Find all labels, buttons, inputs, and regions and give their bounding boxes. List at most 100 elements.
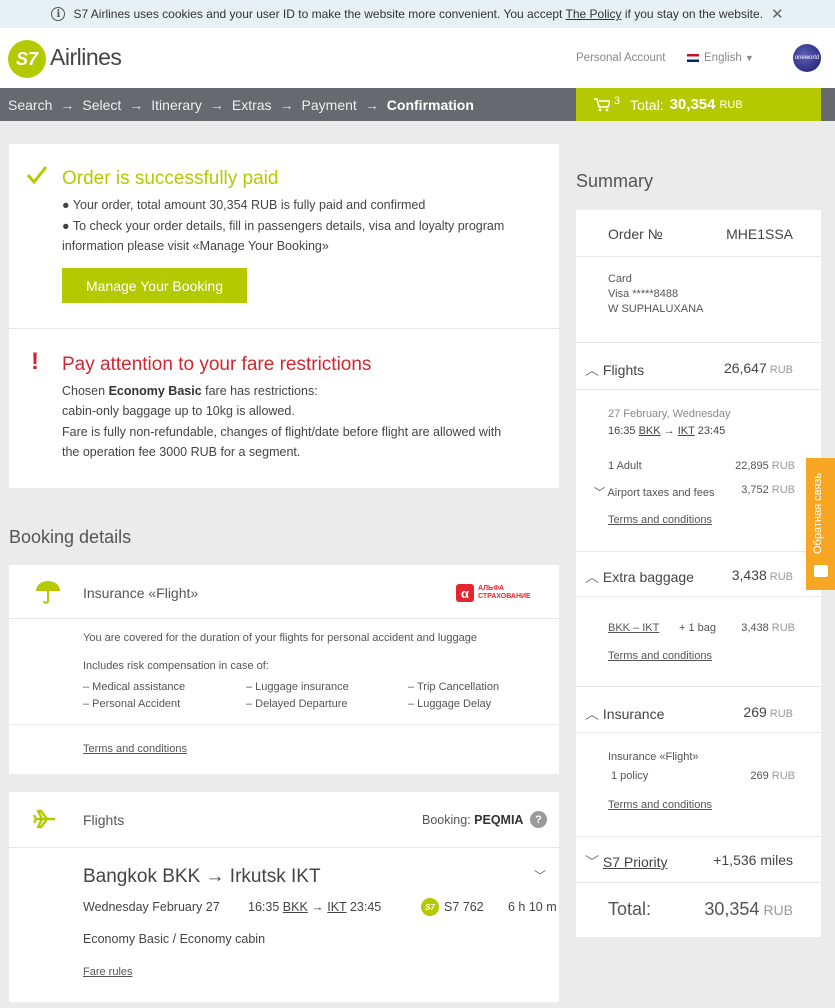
risk-item: – Trip Cancellation <box>408 681 500 693</box>
chevron-up-icon: ︿ <box>585 706 599 722</box>
flight-route: Bangkok BKK → Irkutsk IKT <box>83 866 321 887</box>
alfa-logo-icon: α <box>456 584 474 602</box>
risk-item: – Personal Accident <box>83 698 181 710</box>
success-line-2: ● To check your order details, fill in p… <box>62 219 505 233</box>
check-icon <box>26 166 48 185</box>
mail-icon <box>814 565 828 577</box>
close-icon[interactable]: ✕ <box>771 5 784 23</box>
chevron-down-icon[interactable]: ﹀ <box>534 867 546 884</box>
cart-total-label: Total: <box>630 96 664 113</box>
step-itinerary[interactable]: Itinerary <box>151 97 202 113</box>
adult-label: 1 Adult <box>608 460 642 472</box>
summary-flight-times: 16:35 BKK → IKT 23:45 <box>608 425 726 437</box>
divider <box>576 686 821 687</box>
step-confirmation: Confirmation <box>386 96 474 113</box>
insurance-summary-terms-link[interactable]: Terms and conditions <box>608 799 712 811</box>
attention-line-2: cabin-only baggage up to 10kg is allowed… <box>62 404 295 418</box>
arrow-right-icon: → <box>364 96 379 113</box>
chevron-down-icon: ﹀ <box>585 854 599 870</box>
logo-text[interactable]: Airlines <box>50 44 122 71</box>
step-select[interactable]: Select <box>82 97 121 113</box>
insurance-policy: 1 policy <box>611 770 649 782</box>
flight-times: 16:35 BKK → IKT 23:45 <box>248 900 382 914</box>
cart-currency: RUB <box>719 98 743 111</box>
feedback-tab[interactable]: Обратная связь <box>806 458 835 590</box>
fare-rules-link[interactable]: Fare rules <box>83 966 133 978</box>
flights-terms-link[interactable]: Terms and conditions <box>608 514 712 526</box>
divider <box>9 847 559 848</box>
feedback-label: Обратная связь <box>812 472 824 554</box>
baggage-terms-link[interactable]: Terms and conditions <box>608 650 712 662</box>
card-number: Visa *****8488 <box>608 288 679 300</box>
arrow-right-icon: → <box>663 425 675 437</box>
flights-title: Flights <box>83 812 125 828</box>
cookie-banner: i S7 Airlines uses cookies and your user… <box>0 0 835 28</box>
manage-booking-button[interactable]: Manage Your Booking <box>62 268 247 303</box>
success-line-3: information please visit «Manage Your Bo… <box>62 239 329 253</box>
insurance-section-toggle[interactable]: ︿ Insurance <box>585 704 664 724</box>
summary-flight-date: 27 February, Wednesday <box>608 408 731 420</box>
divider <box>576 551 821 552</box>
booking-code: Booking: PEQMIA <box>422 813 524 827</box>
insurance-terms-link[interactable]: Terms and conditions <box>83 743 187 755</box>
arrow-right-icon: → <box>209 96 224 113</box>
insurance-card: Insurance «Flight» α АЛЬФА СТРАХОВАНИЕ Yo… <box>9 565 559 774</box>
step-extras[interactable]: Extras <box>232 97 272 113</box>
divider <box>576 596 821 597</box>
divider <box>9 328 559 329</box>
umbrella-icon <box>36 581 60 604</box>
flights-section-toggle[interactable]: ︿ Flights <box>585 360 644 380</box>
site-header: S7 Airlines Personal Account English ▼ o… <box>0 28 835 88</box>
flight-duration: 6 h 10 m <box>508 900 557 914</box>
priority-section-toggle[interactable]: ﹀ S7 Priority <box>585 852 667 872</box>
step-search[interactable]: Search <box>8 97 52 113</box>
uk-flag-icon <box>687 53 699 62</box>
chevron-up-icon: ︿ <box>585 362 599 378</box>
language-selector[interactable]: English ▼ <box>687 52 754 64</box>
risk-item: – Luggage insurance <box>246 681 349 693</box>
help-icon[interactable]: ? <box>530 811 547 828</box>
insurance-covered-text: You are covered for the duration of your… <box>83 632 478 644</box>
arrow-right-icon: → <box>311 900 324 914</box>
cookie-policy-link[interactable]: The Policy <box>566 7 622 21</box>
divider <box>576 389 821 390</box>
attention-line-3: Fare is fully non-refundable, changes of… <box>62 425 502 439</box>
divider <box>9 618 559 619</box>
attention-title: Pay attention to your fare restrictions <box>62 354 372 375</box>
insurance-policy-amount: 269 RUB <box>750 770 795 782</box>
plane-icon <box>33 809 55 829</box>
personal-account-link[interactable]: Personal Account <box>576 52 666 64</box>
card-holder: W SUPHALUXANA <box>608 303 704 315</box>
divider <box>576 732 821 733</box>
order-number-label: Order № <box>608 226 663 242</box>
divider <box>576 836 821 837</box>
risk-item: – Medical assistance <box>83 681 186 693</box>
alfa-insurance-logo: α АЛЬФА СТРАХОВАНИЕ <box>456 583 548 603</box>
divider <box>9 724 559 725</box>
baggage-section-toggle[interactable]: ︿ Extra baggage <box>585 567 694 587</box>
flights-amount: 26,647 RUB <box>723 360 793 376</box>
divider <box>576 882 821 883</box>
total-amount: 30,354 RUB <box>704 899 793 919</box>
cart-count: 3 <box>614 94 621 107</box>
caret-down-icon: ▼ <box>744 53 754 63</box>
divider <box>576 256 821 257</box>
step-payment[interactable]: Payment <box>302 97 357 113</box>
priority-miles: +1,536 miles <box>713 852 793 868</box>
total-label: Total: <box>608 899 652 919</box>
s7-logo-icon[interactable]: S7 <box>8 40 46 78</box>
summary-insurance-name: Insurance «Flight» <box>608 751 699 763</box>
s7-logo-icon: S7 <box>421 898 439 916</box>
chevron-up-icon: ︿ <box>585 569 599 585</box>
oneworld-logo[interactable]: oneworld <box>793 44 821 72</box>
arrow-right-icon: → <box>279 96 294 113</box>
insurance-includes-text: Includes risk compensation in case of: <box>83 660 269 672</box>
bag-route: BKK – IKT <box>608 622 660 634</box>
card-label: Card <box>608 273 632 285</box>
order-status-card: Order is successfully paid ● Your order,… <box>9 144 559 488</box>
cart-total[interactable]: 3 Total: 30,354 RUB <box>576 88 821 121</box>
cart-total-amount: 30,354 <box>669 96 716 113</box>
taxes-toggle[interactable]: ﹀ Airport taxes and fees <box>594 484 714 500</box>
cabin-class: Economy Basic / Economy cabin <box>83 932 266 946</box>
bag-amount: 3,438 RUB <box>741 622 795 634</box>
